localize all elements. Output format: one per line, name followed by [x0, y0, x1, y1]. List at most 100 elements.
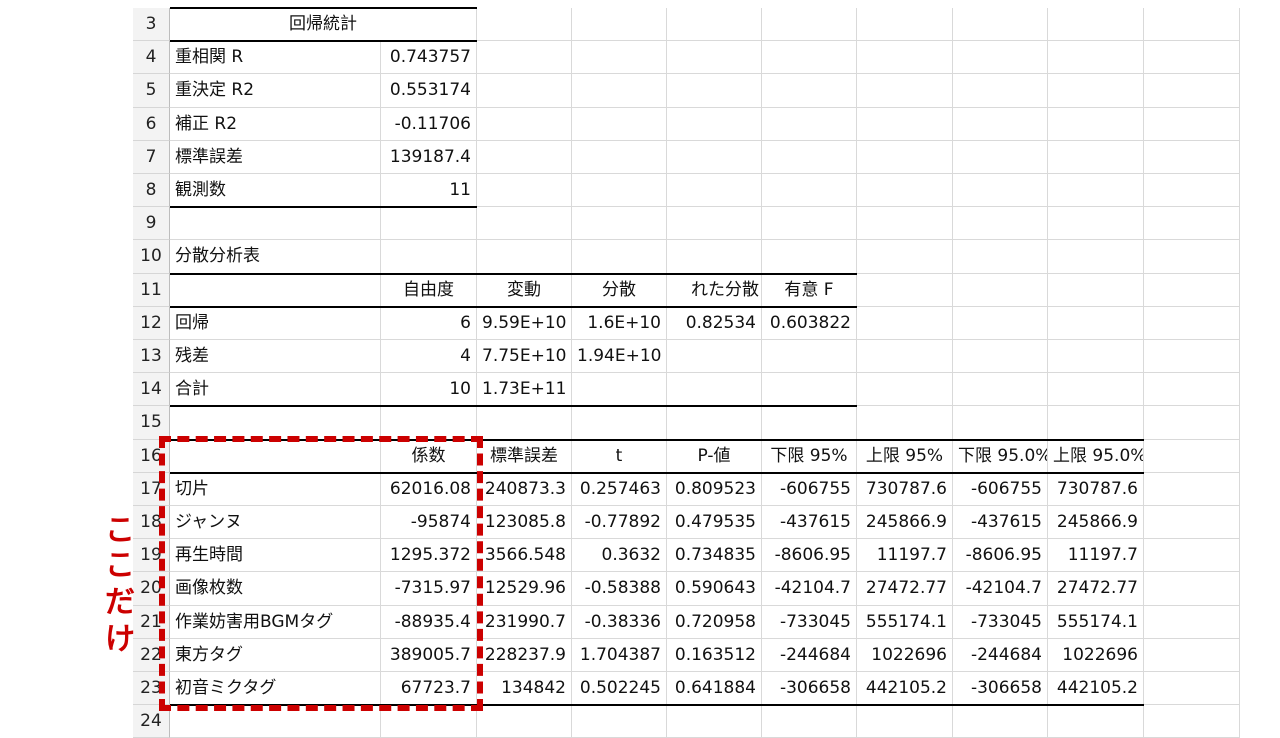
cell-r15-c10[interactable] — [1144, 406, 1240, 440]
cell-r4-c8[interactable] — [953, 41, 1048, 74]
cell-r23-c9[interactable]: 442105.2 — [1048, 672, 1144, 705]
cell-r20-c5[interactable]: 0.590643 — [667, 572, 762, 606]
cell-r3-c1[interactable]: 回帰統計 — [170, 8, 477, 41]
cell-r15-c1[interactable] — [170, 406, 381, 440]
cell-r11-c4[interactable]: 分散 — [572, 274, 667, 307]
cell-r9-c9[interactable] — [1048, 207, 1144, 240]
row-header-15[interactable]: 15 — [133, 406, 170, 440]
cell-r9-c5[interactable] — [667, 207, 762, 240]
cell-r14-c7[interactable] — [857, 373, 953, 406]
cell-r21-c4[interactable]: -0.38336 — [572, 606, 667, 639]
cell-r23-c10[interactable] — [1144, 672, 1240, 705]
cell-r12-c9[interactable] — [1048, 307, 1144, 340]
cell-r21-c9[interactable]: 555174.1 — [1048, 606, 1144, 639]
cell-r5-c9[interactable] — [1048, 74, 1144, 108]
cell-r18-c10[interactable] — [1144, 506, 1240, 539]
cell-r22-c10[interactable] — [1144, 639, 1240, 672]
cell-r9-c7[interactable] — [857, 207, 953, 240]
cell-r13-c2[interactable]: 4 — [381, 340, 477, 373]
cell-r17-c3[interactable]: 240873.3 — [477, 473, 572, 506]
cell-r13-c7[interactable] — [857, 340, 953, 373]
cell-r19-c6[interactable]: -8606.95 — [762, 539, 857, 572]
cell-r19-c7[interactable]: 11197.7 — [857, 539, 953, 572]
cell-r13-c4[interactable]: 1.94E+10 — [572, 340, 667, 373]
cell-r14-c6[interactable] — [762, 373, 857, 406]
cell-r19-c5[interactable]: 0.734835 — [667, 539, 762, 572]
cell-r17-c10[interactable] — [1144, 473, 1240, 506]
cell-r4-c2[interactable]: 0.743757 — [381, 41, 477, 74]
cell-r18-c4[interactable]: -0.77892 — [572, 506, 667, 539]
cell-r22-c6[interactable]: -244684 — [762, 639, 857, 672]
row-header-9[interactable]: 9 — [133, 207, 170, 240]
cell-r8-c8[interactable] — [953, 174, 1048, 207]
row-header-6[interactable]: 6 — [133, 108, 170, 141]
cell-r7-c7[interactable] — [857, 141, 953, 174]
cell-r18-c5[interactable]: 0.479535 — [667, 506, 762, 539]
cell-r22-c8[interactable]: -244684 — [953, 639, 1048, 672]
cell-r16-c9[interactable]: 上限 95.0% — [1048, 440, 1144, 473]
cell-r21-c5[interactable]: 0.720958 — [667, 606, 762, 639]
cell-r13-c1[interactable]: 残差 — [170, 340, 381, 373]
cell-r22-c5[interactable]: 0.163512 — [667, 639, 762, 672]
cell-r14-c5[interactable] — [667, 373, 762, 406]
cell-r24-c10[interactable] — [1144, 705, 1240, 738]
cell-r14-c1[interactable]: 合計 — [170, 373, 381, 406]
cell-r12-c6[interactable]: 0.603822 — [762, 307, 857, 340]
cell-r23-c5[interactable]: 0.641884 — [667, 672, 762, 705]
cell-r8-c1[interactable]: 観測数 — [170, 174, 381, 207]
cell-r11-c6[interactable]: 有意 F — [762, 274, 857, 307]
cell-r8-c9[interactable] — [1048, 174, 1144, 207]
cell-r22-c7[interactable]: 1022696 — [857, 639, 953, 672]
cell-r20-c4[interactable]: -0.58388 — [572, 572, 667, 606]
cell-r9-c6[interactable] — [762, 207, 857, 240]
cell-r6-c6[interactable] — [762, 108, 857, 141]
cell-r7-c2[interactable]: 139187.4 — [381, 141, 477, 174]
cell-r21-c6[interactable]: -733045 — [762, 606, 857, 639]
cell-r7-c10[interactable] — [1144, 141, 1240, 174]
cell-r8-c2[interactable]: 11 — [381, 174, 477, 207]
cell-r20-c3[interactable]: 12529.96 — [477, 572, 572, 606]
cell-r10-c6[interactable] — [762, 240, 857, 274]
cell-r19-c4[interactable]: 0.3632 — [572, 539, 667, 572]
cell-r20-c10[interactable] — [1144, 572, 1240, 606]
cell-r22-c9[interactable]: 1022696 — [1048, 639, 1144, 672]
cell-r13-c3[interactable]: 7.75E+10 — [477, 340, 572, 373]
cell-r3-c9[interactable] — [1048, 8, 1144, 41]
cell-r14-c9[interactable] — [1048, 373, 1144, 406]
cell-r24-c6[interactable] — [762, 705, 857, 738]
cell-r10-c7[interactable] — [857, 240, 953, 274]
cell-r3-c3[interactable] — [477, 8, 572, 41]
cell-r24-c8[interactable] — [953, 705, 1048, 738]
cell-r24-c3[interactable] — [477, 705, 572, 738]
cell-r22-c3[interactable]: 228237.9 — [477, 639, 572, 672]
cell-r15-c5[interactable] — [667, 406, 762, 440]
cell-r8-c7[interactable] — [857, 174, 953, 207]
cell-r14-c3[interactable]: 1.73E+11 — [477, 373, 572, 406]
cell-r5-c10[interactable] — [1144, 74, 1240, 108]
cell-r17-c8[interactable]: -606755 — [953, 473, 1048, 506]
cell-r15-c2[interactable] — [381, 406, 477, 440]
cell-r12-c2[interactable]: 6 — [381, 307, 477, 340]
cell-r22-c4[interactable]: 1.704387 — [572, 639, 667, 672]
cell-r14-c10[interactable] — [1144, 373, 1240, 406]
cell-r23-c3[interactable]: 134842 — [477, 672, 572, 705]
cell-r24-c7[interactable] — [857, 705, 953, 738]
cell-r17-c7[interactable]: 730787.6 — [857, 473, 953, 506]
cell-r13-c6[interactable] — [762, 340, 857, 373]
cell-r11-c8[interactable] — [953, 274, 1048, 307]
cell-r10-c2[interactable] — [381, 240, 477, 274]
cell-r4-c9[interactable] — [1048, 41, 1144, 74]
cell-r4-c10[interactable] — [1144, 41, 1240, 74]
row-header-5[interactable]: 5 — [133, 74, 170, 108]
cell-r10-c5[interactable] — [667, 240, 762, 274]
cell-r7-c1[interactable]: 標準誤差 — [170, 141, 381, 174]
cell-r18-c6[interactable]: -437615 — [762, 506, 857, 539]
cell-r11-c1[interactable] — [170, 274, 381, 307]
cell-r4-c4[interactable] — [572, 41, 667, 74]
cell-r8-c5[interactable] — [667, 174, 762, 207]
cell-r15-c8[interactable] — [953, 406, 1048, 440]
cell-r15-c3[interactable] — [477, 406, 572, 440]
cell-r7-c5[interactable] — [667, 141, 762, 174]
cell-r3-c6[interactable] — [762, 8, 857, 41]
cell-r20-c7[interactable]: 27472.77 — [857, 572, 953, 606]
